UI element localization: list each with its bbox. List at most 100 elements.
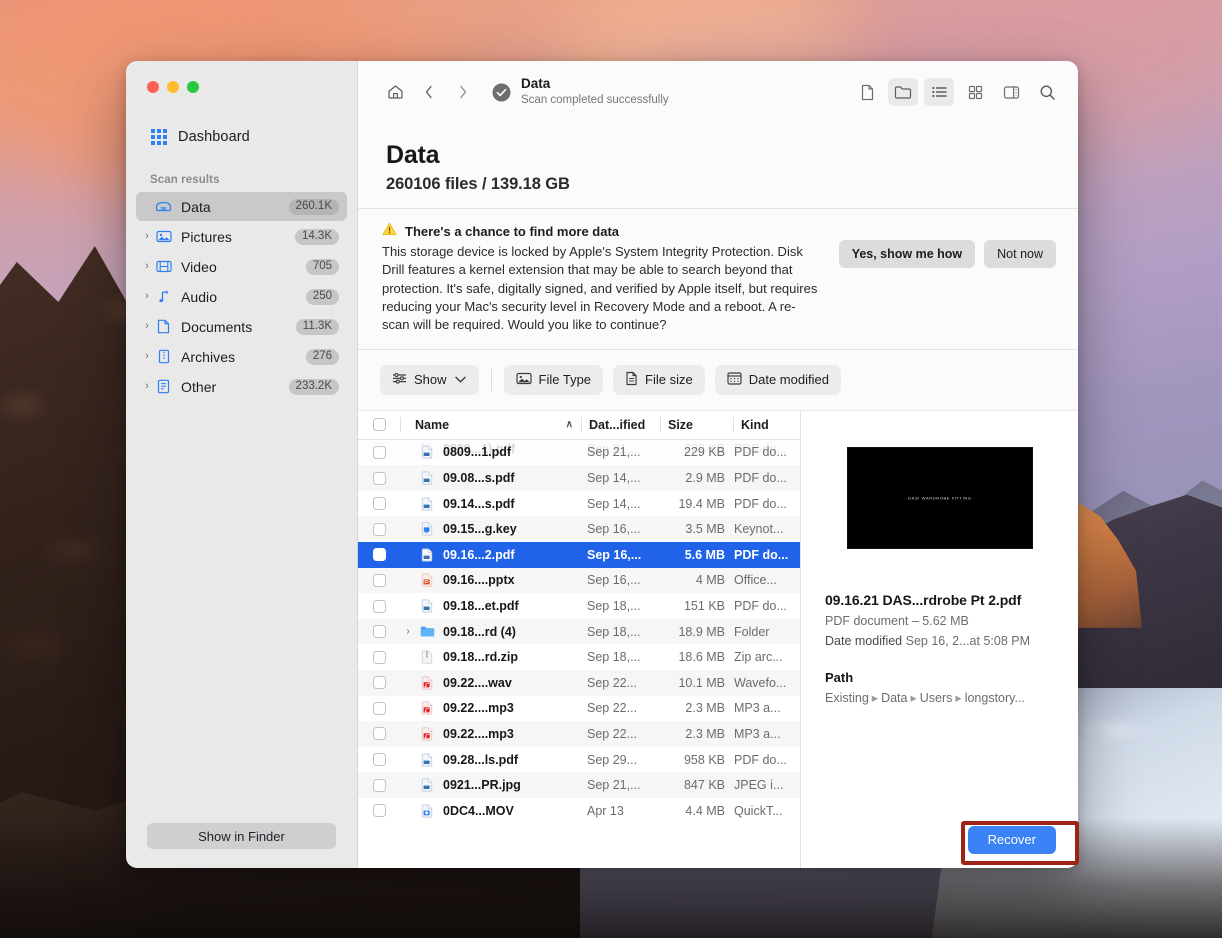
chevron-right-icon[interactable]: › (140, 261, 154, 272)
sidebar-item-data[interactable]: Data 260.1K (136, 192, 347, 221)
row-checkbox[interactable] (358, 701, 400, 715)
row-checkbox[interactable] (358, 753, 400, 767)
table-row[interactable]: 09.15...g.key Sep 16,... 3.5 MB Keynot... (358, 516, 800, 543)
table-row[interactable]: 09.22....mp3 Sep 22... 2.3 MB MP3 a... (358, 721, 800, 747)
row-checkbox[interactable] (358, 676, 400, 690)
row-kind: MP3 a... (734, 701, 781, 716)
chevron-right-icon[interactable]: › (140, 321, 154, 332)
preview-path-title: Path (825, 669, 854, 685)
home-icon[interactable] (380, 78, 410, 106)
file-type-filter-label: File Type (538, 372, 592, 388)
file-list-pane[interactable]: 0017...FH.jpg Dec 6,... 6.7 MB JPEG i... (358, 409, 801, 868)
sidebar-item-documents[interactable]: › Documents 11.3K (136, 312, 347, 341)
column-header-name[interactable]: Name ∧ (401, 418, 581, 432)
keynote-icon (416, 522, 438, 536)
sidebar-item-label: Audio (181, 288, 218, 305)
row-checkbox[interactable] (358, 548, 400, 562)
row-checkbox[interactable] (358, 573, 400, 587)
row-checkbox[interactable] (358, 778, 400, 792)
minimize-button[interactable] (167, 81, 179, 93)
chevron-right-icon[interactable]: › (140, 351, 154, 362)
sidebar-item-dashboard[interactable]: Dashboard (151, 125, 357, 149)
sidebar-item-pictures[interactable]: › Pictures 14.3K (136, 222, 347, 251)
toolbar-view-controls (852, 78, 1062, 106)
file-table-body[interactable]: 0809...1.pdf Sep 21,... 229 KB PDF do... 09.… (358, 440, 800, 868)
file-view-icon[interactable] (852, 78, 882, 106)
row-checkbox[interactable] (358, 445, 400, 459)
close-button[interactable] (147, 81, 159, 93)
show-me-how-button[interactable]: Yes, show me how (838, 240, 976, 268)
not-now-button[interactable]: Not now (984, 240, 1056, 268)
path-segment[interactable]: Existing (825, 691, 869, 705)
row-size: 4 MB (695, 573, 725, 588)
preview-thumbnail[interactable]: DAS! WARDROBE FITTING (846, 446, 1033, 549)
column-header-date[interactable]: Dat...ified (582, 418, 660, 432)
row-checkbox[interactable] (358, 599, 400, 613)
table-row[interactable]: 09.22....mp3 Sep 22... 2.3 MB MP3 a... (358, 696, 800, 722)
page-header: Data 260106 files / 139.18 GB (358, 123, 1078, 208)
table-row[interactable]: 09.18...et.pdf Sep 18,... 151 KB PDF do... (358, 593, 800, 619)
row-checkbox[interactable] (358, 497, 400, 511)
search-icon[interactable] (1032, 78, 1062, 106)
path-segment[interactable]: longstory... (965, 691, 1025, 705)
table-row[interactable]: 09.18...rd.zip Sep 18,... 18.6 MB Zip arc..… (358, 644, 800, 670)
row-checkbox[interactable] (358, 522, 400, 536)
row-checkbox[interactable] (358, 650, 400, 664)
table-row[interactable]: 09.28...ls.pdf Sep 29... 958 KB PDF do... (358, 747, 800, 773)
table-row[interactable]: 0921...PR.jpg Sep 21,... 847 KB JPEG i... (358, 772, 800, 798)
recover-button[interactable]: Recover (967, 826, 1056, 854)
row-name: 09.18...et.pdf (443, 599, 519, 613)
sidebar-item-other[interactable]: › Other 233.2K (136, 372, 347, 401)
table-row[interactable]: 09.08...s.pdf Sep 14,... 2.9 MB PDF do... (358, 465, 800, 491)
column-header-kind[interactable]: Kind (734, 418, 800, 432)
table-row[interactable]: 09.16....pptx Sep 16,... 4 MB Office... (358, 567, 800, 594)
audio-icon (416, 701, 438, 715)
path-segment[interactable]: Data (881, 691, 907, 705)
row-name: 09.22....wav (443, 675, 512, 690)
column-header-size[interactable]: Size (661, 418, 733, 432)
file-type-filter-button[interactable]: File Type (503, 364, 604, 395)
show-in-finder-button[interactable]: Show in Finder (147, 823, 336, 849)
row-checkbox[interactable] (358, 804, 400, 818)
chevron-right-icon[interactable]: › (140, 291, 154, 302)
table-row[interactable]: › 09.18...rd (4) Sep 18,... 18.9 MB Folder (358, 618, 800, 645)
zoom-button[interactable] (187, 81, 199, 93)
folder-view-icon[interactable] (888, 78, 918, 106)
row-checkbox[interactable] (358, 727, 400, 741)
row-name: 09.28...ls.pdf (443, 752, 519, 767)
select-all-checkbox[interactable] (358, 418, 400, 432)
show-in-finder-container: Show in Finder (126, 823, 357, 868)
date-modified-filter-button[interactable]: Date modified (714, 364, 841, 395)
list-view-icon[interactable] (924, 78, 954, 106)
row-disclosure-triangle[interactable]: › (400, 626, 416, 637)
sidebar: Dashboard Scan results Data 260.1K › Pic… (126, 61, 358, 868)
table-row[interactable]: 09.22....wav Sep 22... 10.1 MB Wavefo... (358, 669, 800, 696)
pdf-icon (416, 497, 438, 511)
sidebar-toggle-icon[interactable] (996, 78, 1026, 106)
table-row[interactable]: 0DC4...MOV Apr 13 4.4 MB QuickT... (358, 798, 800, 824)
sidebar-item-archives[interactable]: › Archives 276 (136, 342, 347, 371)
table-row[interactable]: 09.14...s.pdf Sep 14,... 19.4 MB PDF do... (358, 491, 800, 517)
row-date: Apr 13 (587, 803, 624, 818)
row-checkbox[interactable] (358, 471, 400, 485)
table-row[interactable]: 09.16...2.pdf Sep 16,... 5.6 MB PDF do... (358, 542, 800, 568)
preview-date-modified-label: Date modified (825, 633, 903, 648)
row-kind: PDF do... (734, 547, 789, 562)
row-checkbox[interactable] (358, 625, 400, 639)
chevron-right-icon[interactable]: › (140, 231, 154, 242)
path-segment[interactable]: Users (920, 691, 953, 705)
sidebar-item-video[interactable]: › Video 705 (136, 252, 347, 281)
show-filter-button[interactable]: Show (380, 364, 479, 395)
sidebar-item-audio[interactable]: › Audio 250 (136, 282, 347, 311)
table-row[interactable]: 0809...1.pdf Sep 21,... 229 KB PDF do... (358, 440, 800, 466)
forward-chevron-icon[interactable] (448, 78, 478, 106)
file-size-filter-button[interactable]: File size (613, 364, 705, 395)
sidebar-item-count: 276 (305, 348, 339, 365)
sidebar-item-count: 260.1K (288, 198, 339, 215)
sidebar-item-label: Dashboard (178, 129, 250, 145)
pdf-icon (416, 599, 438, 613)
desktop-background: Dashboard Scan results Data 260.1K › Pic… (0, 0, 1222, 938)
back-chevron-icon[interactable] (414, 78, 444, 106)
chevron-right-icon[interactable]: › (140, 381, 154, 392)
grid-view-icon[interactable] (960, 78, 990, 106)
